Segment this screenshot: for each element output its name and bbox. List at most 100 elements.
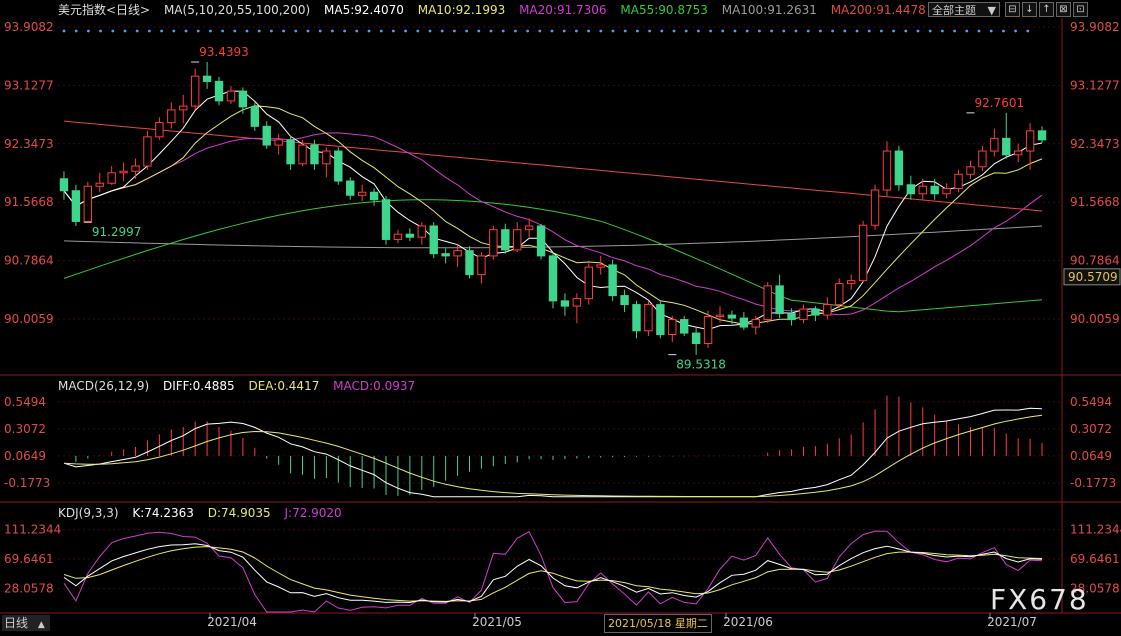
theme-select[interactable]: 全部主题 ▼ <box>928 2 1000 17</box>
toolbar-button-3[interactable]: ↑ <box>1039 2 1054 17</box>
macd-tick-right: 0.5494 <box>1070 395 1112 409</box>
marker-dot <box>257 29 261 33</box>
kdj-label: KDJ(9,3,3) <box>58 506 119 520</box>
marker-dot <box>782 29 786 33</box>
marker-dot <box>1002 29 1005 33</box>
chevron-down-icon: ▼ <box>987 4 996 17</box>
kdj-d: D:74.9035 <box>207 506 271 520</box>
candle-body <box>71 190 81 222</box>
marker-dot <box>123 29 127 33</box>
macd-value: MACD:0.0937 <box>333 379 416 393</box>
candle-body <box>1013 150 1023 156</box>
toolbar-button-1[interactable]: ⊟ <box>1005 2 1020 17</box>
symbol-label[interactable]: 美元指数<日线> <box>58 3 150 17</box>
marker-dot <box>355 29 359 33</box>
marker-dot <box>709 29 712 33</box>
candle-body <box>906 184 916 195</box>
candle-body <box>715 314 725 318</box>
candle-body <box>155 122 164 138</box>
marker-dot <box>660 29 664 33</box>
marker-dot <box>501 29 505 33</box>
marker-dot <box>648 29 651 33</box>
toolbar-button-4[interactable]: ⊠ <box>1056 2 1071 17</box>
annotation-label: 91.2997 <box>92 225 142 239</box>
price-tick-right: 93.1277 <box>1070 78 1120 92</box>
price-tick-right: 90.7864 <box>1070 254 1120 268</box>
marker-dot <box>209 29 212 33</box>
kdj-k: K:74.2363 <box>132 506 194 520</box>
chart-svg[interactable]: 93.9082 93.9082 93.1277 93.1277 92.3473 92.34… <box>0 0 1121 633</box>
candle-body <box>381 199 391 240</box>
candle-body <box>441 253 450 257</box>
marker-dot <box>623 29 627 33</box>
marker-dot <box>306 29 310 33</box>
marker-dot <box>184 29 188 33</box>
candle-body <box>751 319 760 328</box>
price-tick-right: 91.5668 <box>1070 195 1120 209</box>
candle-body <box>179 105 188 111</box>
toolbar-button-5[interactable]: ⊡ <box>1073 2 1088 17</box>
candle-body <box>966 166 975 175</box>
kdj-j-line <box>63 530 1043 613</box>
tab-daily[interactable]: 日线 ▲ <box>2 615 50 631</box>
candle-body <box>489 229 498 257</box>
price-tick-right: 90.0059 <box>1070 312 1120 326</box>
cursor-date-label: 2021/05/18 星期二 <box>604 614 712 633</box>
macd-dea: DEA:0.4417 <box>248 379 320 393</box>
chart-area[interactable]: 93.9082 93.9082 93.1277 93.1277 92.3473 92.34… <box>0 0 1121 633</box>
candle-body <box>632 304 641 332</box>
marker-dot <box>526 29 529 33</box>
candle-body <box>942 188 951 195</box>
candle-body <box>262 125 271 146</box>
marker-dot <box>989 29 993 33</box>
date-tick-label: 2021/05 <box>472 615 522 629</box>
price-tick-left: 91.5668 <box>4 195 54 209</box>
candle-body <box>811 308 820 316</box>
marker-dot <box>928 29 932 33</box>
candle-body <box>274 139 283 146</box>
toolbar-button-2[interactable]: ↓ <box>1022 2 1037 17</box>
candle-body <box>524 225 534 231</box>
marker-dot <box>392 29 395 33</box>
macd-diff: DIFF:0.4885 <box>162 379 235 393</box>
marker-dot <box>87 29 90 33</box>
marker-dot <box>843 29 847 33</box>
kdj-tick-left: 69.6461 <box>4 552 54 566</box>
candle-body <box>417 225 426 238</box>
marker-dot <box>892 29 895 33</box>
marker-dot <box>745 29 749 33</box>
price-tick-left: 92.3473 <box>4 137 54 151</box>
marker-dot <box>514 29 517 33</box>
marker-dot <box>599 29 603 33</box>
ma-label: MA(5,10,20,55,100,200) <box>163 3 311 17</box>
macd-tick-right: -0.1773 <box>1070 476 1116 490</box>
macd-tick-left: 0.0649 <box>4 449 46 463</box>
candle-body <box>1002 137 1011 156</box>
marker-dot <box>1014 29 1017 33</box>
candle-body <box>167 109 176 124</box>
ma200-value: MA200:91.4478 <box>830 3 926 17</box>
candle-body <box>799 308 808 321</box>
date-tick-label: 2021/07 <box>987 615 1037 629</box>
candle-body <box>322 150 331 165</box>
marker-dot <box>416 29 420 33</box>
candle-body <box>763 285 772 321</box>
candle-body <box>691 332 701 345</box>
marker-dot <box>721 29 725 33</box>
marker-dot <box>819 29 822 33</box>
marker-dot <box>489 29 493 33</box>
marker-dot <box>697 29 700 33</box>
price-legend: 美元指数<日线> MA(5,10,20,55,100,200) MA5:92.4… <box>58 2 936 18</box>
macd-tick-right: 0.0649 <box>1070 449 1112 463</box>
candle-body <box>703 316 713 345</box>
candle-body <box>143 136 152 167</box>
candle-body <box>477 255 486 276</box>
date-tick-label: 2021/06 <box>723 615 773 629</box>
candle-body <box>930 185 939 195</box>
candle-body <box>513 229 522 251</box>
candle-body <box>465 250 474 276</box>
marker-dot <box>148 29 151 33</box>
candle-body <box>882 150 892 191</box>
marker-dot <box>806 29 810 33</box>
price-tick-right: 93.9082 <box>1070 20 1120 34</box>
